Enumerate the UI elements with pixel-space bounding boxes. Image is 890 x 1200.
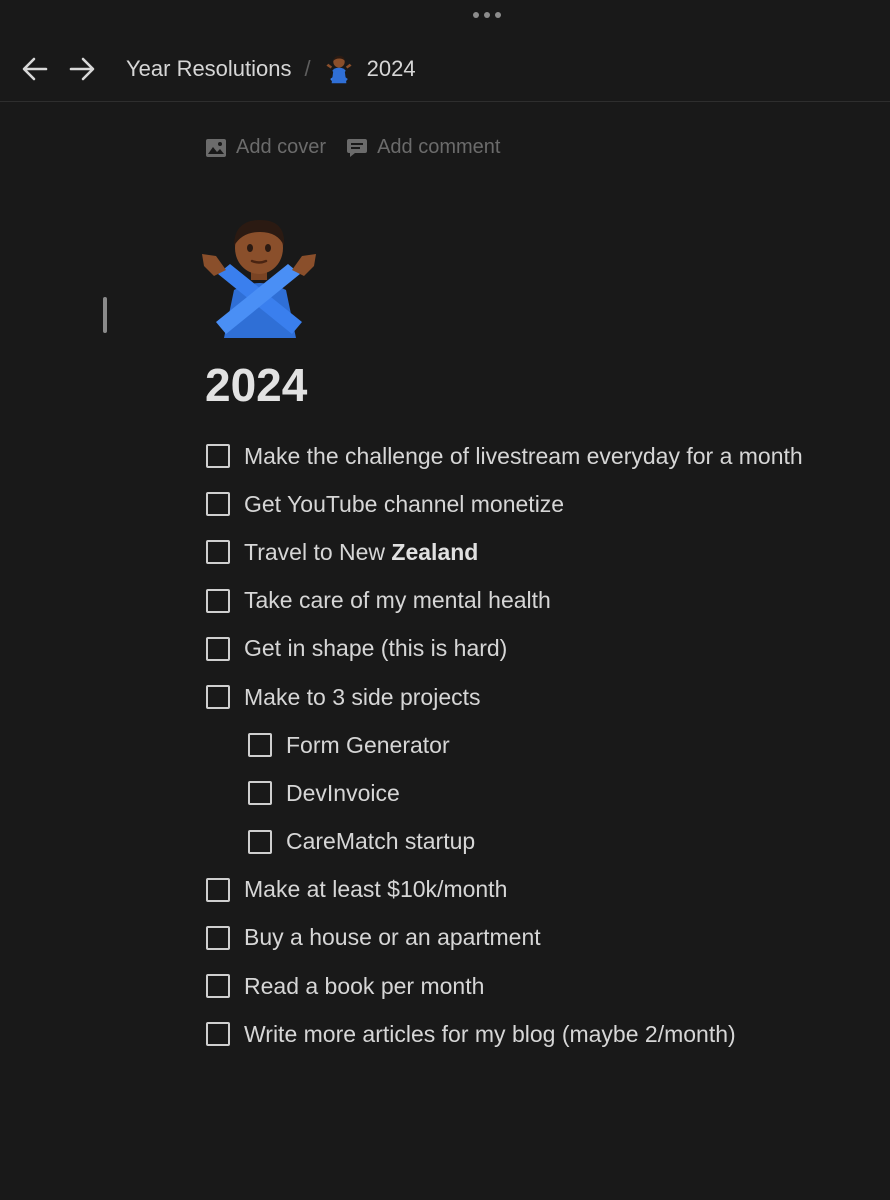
todo-text[interactable]: Form Generator: [286, 732, 450, 759]
checkbox[interactable]: [206, 540, 230, 565]
todo-item: Make to 3 side projects: [206, 673, 866, 721]
todo-item: Make the challenge of livestream everyda…: [206, 432, 866, 480]
block-drag-handle[interactable]: [103, 297, 107, 333]
todo-text[interactable]: Get in shape (this is hard): [244, 635, 507, 662]
todo-text[interactable]: Travel to New Zealand: [244, 539, 478, 566]
todo-text-regular: Travel to New: [244, 538, 392, 565]
person-gesturing-no-emoji-icon: [326, 55, 352, 84]
add-comment-button[interactable]: Add comment: [346, 136, 500, 159]
todo-subitem: DevInvoice: [206, 769, 866, 817]
more-options-icon[interactable]: [473, 12, 501, 18]
checkbox[interactable]: [206, 588, 230, 613]
todo-text-bold: Zealand: [391, 538, 479, 565]
add-cover-label: Add cover: [236, 136, 327, 158]
todo-text[interactable]: CareMatch startup: [286, 828, 475, 855]
checkbox[interactable]: [248, 829, 272, 854]
add-cover-button[interactable]: Add cover: [205, 136, 326, 159]
breadcrumb-current-label: 2024: [366, 56, 416, 81]
checkbox[interactable]: [248, 733, 272, 758]
todo-text[interactable]: Get YouTube channel monetize: [244, 491, 564, 518]
checkbox[interactable]: [206, 444, 230, 469]
arrow-left-icon: [22, 57, 48, 81]
todo-subitem: Form Generator: [206, 721, 866, 769]
checkbox[interactable]: [248, 781, 272, 806]
arrow-right-icon: [69, 57, 95, 81]
breadcrumb-parent[interactable]: Year Resolutions: [126, 56, 292, 82]
todo-item: Buy a house or an apartment: [206, 914, 866, 962]
todo-text[interactable]: Make at least $10k/month: [244, 876, 507, 903]
forward-button[interactable]: [66, 55, 98, 83]
image-icon: [206, 138, 226, 157]
page-title[interactable]: 2024: [205, 358, 307, 412]
todo-text[interactable]: Read a book per month: [244, 973, 484, 1000]
todo-item: Get in shape (this is hard): [206, 625, 866, 673]
todo-text[interactable]: DevInvoice: [286, 780, 400, 807]
todo-item: Get YouTube channel monetize: [206, 480, 866, 528]
todo-list: Make the challenge of livestream everyda…: [206, 432, 866, 1058]
todo-text[interactable]: Take care of my mental health: [244, 587, 551, 614]
checkbox[interactable]: [206, 925, 230, 950]
checkbox[interactable]: [206, 877, 230, 902]
todo-item: Travel to New Zealand: [206, 528, 866, 576]
checkbox[interactable]: [206, 636, 230, 661]
top-navigation-bar: Year Resolutions / 2024: [0, 44, 890, 102]
page-root: Year Resolutions / 2024 Add cover Add co…: [0, 0, 890, 1200]
todo-text[interactable]: Make to 3 side projects: [244, 684, 481, 711]
add-comment-label: Add comment: [377, 136, 501, 158]
todo-item: Make at least $10k/month: [206, 866, 866, 914]
person-gesturing-no-emoji-icon[interactable]: [200, 216, 318, 340]
page-actions: Add cover Add comment: [205, 136, 520, 159]
comment-icon: [347, 138, 368, 157]
todo-subitem: CareMatch startup: [206, 818, 866, 866]
todo-item: Take care of my mental health: [206, 577, 866, 625]
todo-text[interactable]: Make the challenge of livestream everyda…: [244, 443, 803, 470]
back-button[interactable]: [19, 55, 51, 83]
dot: [484, 12, 490, 18]
todo-item: Write more articles for my blog (maybe 2…: [206, 1010, 866, 1058]
breadcrumb-current[interactable]: 2024: [325, 54, 416, 84]
todo-text[interactable]: Buy a house or an apartment: [244, 924, 541, 951]
checkbox[interactable]: [206, 685, 230, 710]
checkbox[interactable]: [206, 974, 230, 999]
breadcrumb-separator: /: [304, 56, 311, 81]
checkbox[interactable]: [206, 1022, 230, 1047]
checkbox[interactable]: [206, 492, 230, 517]
todo-item: Read a book per month: [206, 962, 866, 1010]
todo-text[interactable]: Write more articles for my blog (maybe 2…: [244, 1021, 736, 1048]
dot: [473, 12, 479, 18]
breadcrumb: Year Resolutions / 2024: [126, 44, 416, 94]
dot: [495, 12, 501, 18]
